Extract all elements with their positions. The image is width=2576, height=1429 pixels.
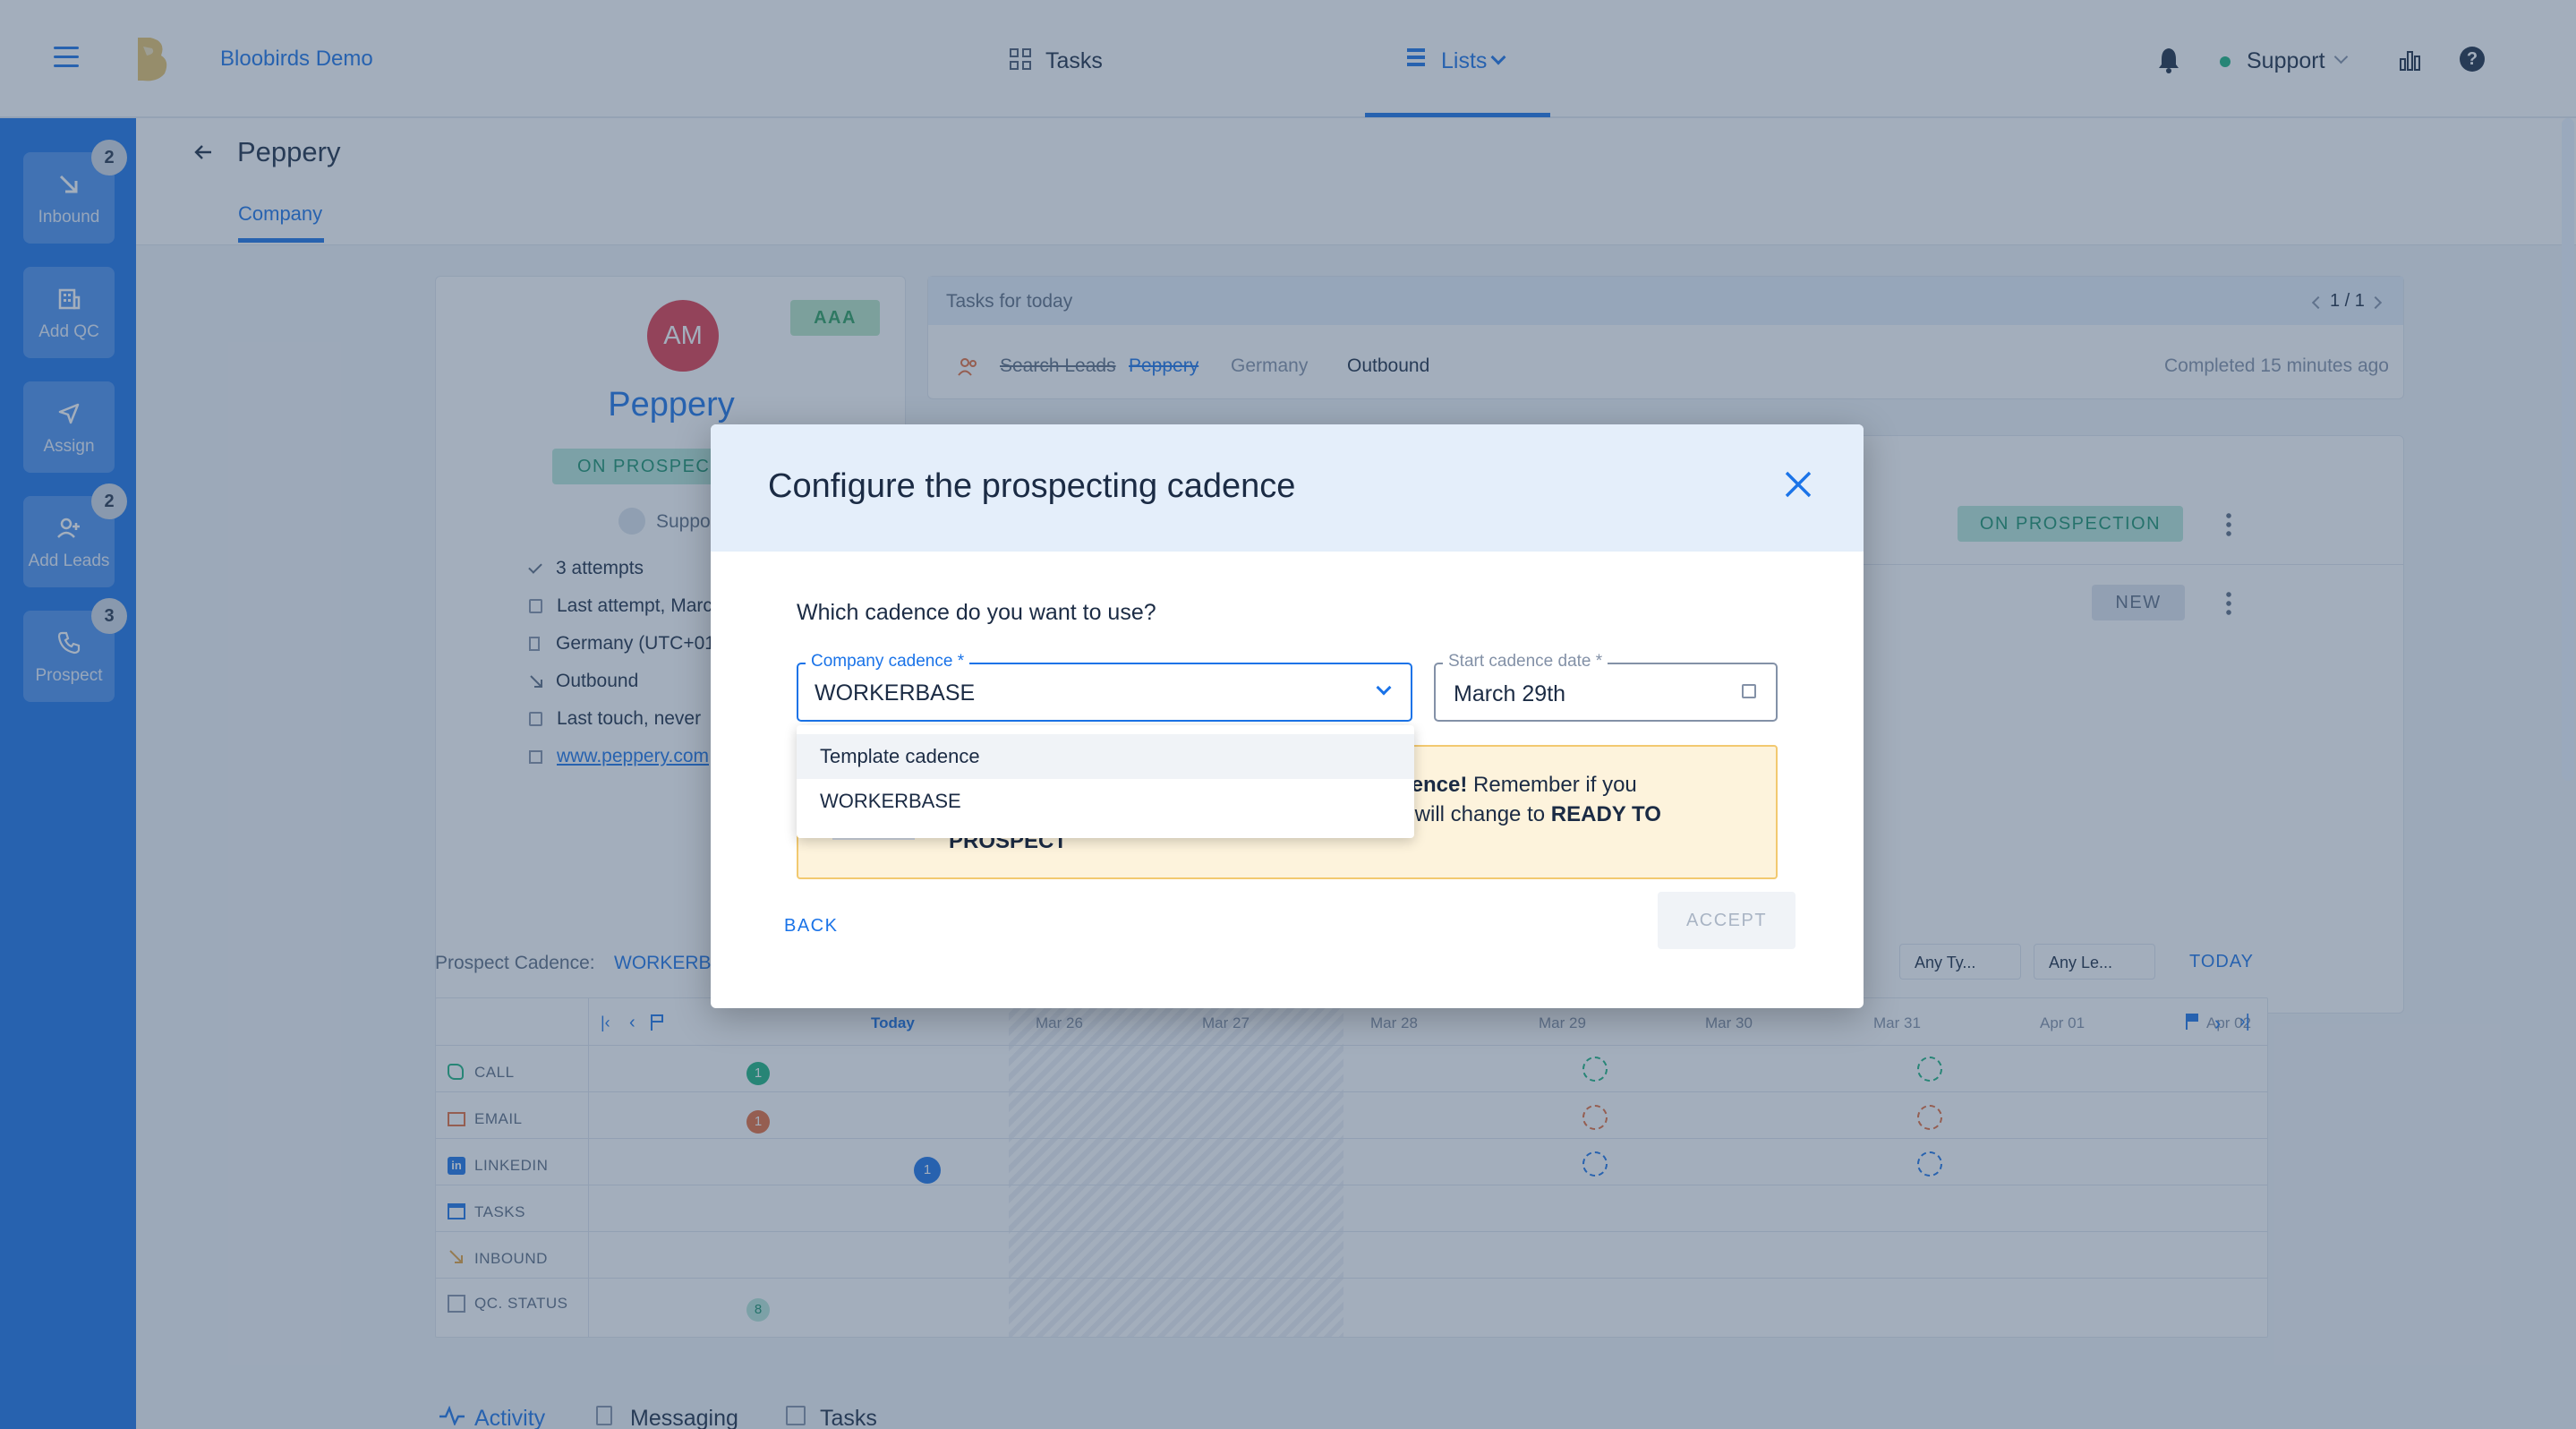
cadence-option-workerbase[interactable]: WORKERBASE xyxy=(797,779,1414,824)
cadence-option-template[interactable]: Template cadence xyxy=(797,734,1414,779)
accept-button[interactable]: ACCEPT xyxy=(1658,892,1796,949)
modal-title: Configure the prospecting cadence xyxy=(768,467,1296,505)
warning-text: dence! Remember if you y will change to … xyxy=(1398,770,1774,829)
back-button[interactable]: BACK xyxy=(784,908,847,944)
company-cadence-select[interactable]: Company cadence * WORKERBASE xyxy=(797,652,1412,722)
configure-cadence-modal: Configure the prospecting cadence Which … xyxy=(711,424,1864,1008)
cadence-question: Which cadence do you want to use? xyxy=(797,600,1156,625)
cadence-dropdown-menu: Template cadence WORKERBASE xyxy=(797,725,1414,838)
warning-line-1: Remember if you xyxy=(1467,773,1637,797)
start-date-label: Start cadence date * xyxy=(1443,652,1608,672)
calendar-icon[interactable] xyxy=(1742,684,1756,698)
company-cadence-value: WORKERBASE xyxy=(815,680,976,706)
company-cadence-label: Company cadence * xyxy=(806,652,970,672)
modal-header: Configure the prospecting cadence xyxy=(711,424,1864,552)
warning-line-2: y will change to xyxy=(1398,802,1551,826)
start-date-field[interactable]: Start cadence date * March 29th xyxy=(1434,652,1778,722)
chevron-down-icon xyxy=(1376,680,1392,696)
warning-bold-2: READY TO xyxy=(1550,802,1661,826)
page-scrollbar[interactable] xyxy=(2562,118,2574,781)
close-icon[interactable] xyxy=(1783,469,1813,500)
start-date-value: March 29th xyxy=(1454,681,1566,706)
